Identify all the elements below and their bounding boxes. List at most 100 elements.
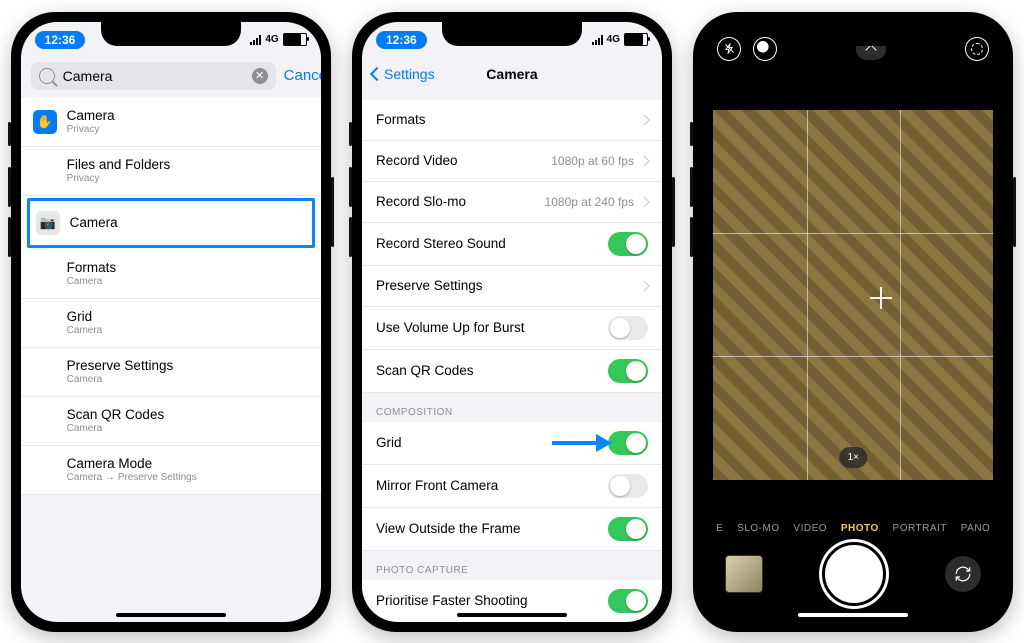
notch <box>442 22 582 46</box>
settings-row[interactable]: Scan QR Codes <box>362 350 662 393</box>
settings-row[interactable]: Use Volume Up for Burst <box>362 307 662 350</box>
row-label: Grid <box>376 435 402 450</box>
search-result-row[interactable]: FormatsCamera <box>21 250 321 299</box>
live-photo-icon[interactable] <box>965 37 989 61</box>
mode-portrait[interactable]: PORTRAIT <box>893 523 947 534</box>
search-result-row[interactable]: GridCamera <box>21 299 321 348</box>
cancel-button[interactable]: Cancel <box>284 67 321 84</box>
search-field[interactable]: ✕ <box>31 62 276 90</box>
mute-switch[interactable] <box>8 122 11 146</box>
settings-row[interactable]: View Outside the Frame <box>362 508 662 551</box>
shutter-button[interactable] <box>822 542 886 606</box>
grid-line <box>713 233 993 234</box>
result-title: Files and Folders <box>67 157 309 173</box>
volume-up-button[interactable] <box>690 167 693 207</box>
volume-down-button[interactable] <box>349 217 352 257</box>
toggle-switch[interactable] <box>608 359 648 383</box>
search-result-row[interactable]: Files and FoldersPrivacy <box>21 147 321 196</box>
shutter-bar <box>703 542 1003 606</box>
chevron-right-icon <box>638 114 649 125</box>
search-result-row[interactable]: 📷Camera <box>27 198 315 248</box>
mute-switch[interactable] <box>690 122 693 146</box>
result-title: Camera <box>70 215 306 231</box>
row-label: Record Stereo Sound <box>376 236 506 251</box>
search-result-row[interactable]: ✋CameraPrivacy <box>21 98 321 147</box>
row-value <box>640 116 648 124</box>
result-title: Grid <box>67 309 309 325</box>
row-label: Prioritise Faster Shooting <box>376 593 528 608</box>
home-indicator[interactable] <box>798 613 908 617</box>
nav-bar: Settings Camera <box>362 58 662 90</box>
volume-down-button[interactable] <box>8 217 11 257</box>
chevron-left-icon <box>370 66 384 80</box>
result-subtitle: Camera <box>67 276 309 288</box>
result-subtitle: Camera <box>67 423 309 435</box>
section-header-capture: PHOTO CAPTURE <box>362 551 662 580</box>
icon-spacer <box>33 262 57 286</box>
icon-spacer <box>33 311 57 335</box>
clear-icon[interactable]: ✕ <box>252 68 268 84</box>
settings-row[interactable]: Mirror Front Camera <box>362 465 662 508</box>
power-button[interactable] <box>672 177 675 247</box>
mode-slo-mo[interactable]: SLO-MO <box>737 523 779 534</box>
row-label: Mirror Front Camera <box>376 478 498 493</box>
mode-selector[interactable]: E SLO-MOVIDEOPHOTOPORTRAITPANO <box>703 523 1003 534</box>
power-button[interactable] <box>1013 177 1016 247</box>
volume-down-button[interactable] <box>690 217 693 257</box>
signal-icon <box>592 35 603 45</box>
settings-row[interactable]: Formats <box>362 100 662 141</box>
toggle-switch[interactable] <box>608 517 648 541</box>
section-header-composition: COMPOSITION <box>362 393 662 422</box>
row-label: Record Video <box>376 153 458 168</box>
zoom-button[interactable]: 1× <box>840 447 867 468</box>
toggle-switch[interactable] <box>608 431 648 455</box>
toggle-switch[interactable] <box>608 474 648 498</box>
status-time: 12:36 <box>35 31 86 49</box>
status-time: 12:36 <box>376 31 427 49</box>
mode-pano[interactable]: PANO <box>961 523 991 534</box>
mute-switch[interactable] <box>349 122 352 146</box>
volume-up-button[interactable] <box>349 167 352 207</box>
search-input[interactable] <box>61 67 246 85</box>
focus-indicator <box>870 287 892 309</box>
power-button[interactable] <box>331 177 334 247</box>
row-label: View Outside the Frame <box>376 521 521 536</box>
settings-row[interactable]: Grid <box>362 422 662 465</box>
grid-line <box>713 356 993 357</box>
viewfinder[interactable]: 1× <box>713 110 993 480</box>
flip-camera-button[interactable] <box>945 556 981 592</box>
mode-photo[interactable]: PHOTO <box>841 523 879 534</box>
toggle-switch[interactable] <box>608 232 648 256</box>
night-mode-icon[interactable] <box>753 37 777 61</box>
settings-row[interactable]: Record Video1080p at 60 fps <box>362 141 662 182</box>
battery-icon <box>283 33 307 46</box>
row-label: Preserve Settings <box>376 278 483 293</box>
icon-spacer <box>33 409 57 433</box>
notch <box>101 22 241 46</box>
toggle-switch[interactable] <box>608 316 648 340</box>
annotation-arrow <box>552 436 612 450</box>
search-result-row[interactable]: Preserve SettingsCamera <box>21 348 321 397</box>
settings-row[interactable]: Record Slo-mo1080p at 240 fps <box>362 182 662 223</box>
mode-video[interactable]: VIDEO <box>793 523 827 534</box>
phone-camera: 1× E SLO-MOVIDEOPHOTOPORTRAITPANO <box>693 12 1013 632</box>
last-photo-thumbnail[interactable] <box>725 555 763 593</box>
settings-row[interactable]: Record Stereo Sound <box>362 223 662 266</box>
home-indicator[interactable] <box>457 613 567 617</box>
result-title: Camera Mode <box>67 456 309 472</box>
home-indicator[interactable] <box>116 613 226 617</box>
viewfinder-image <box>713 110 993 480</box>
toggle-switch[interactable] <box>608 589 648 613</box>
back-button[interactable]: Settings <box>372 66 435 82</box>
flash-icon[interactable] <box>717 37 741 61</box>
search-result-row[interactable]: Scan QR CodesCamera <box>21 397 321 446</box>
battery-icon <box>624 33 648 46</box>
result-subtitle: Privacy <box>67 124 309 136</box>
settings-row[interactable]: Preserve Settings <box>362 266 662 307</box>
search-result-row[interactable]: Camera ModeCamera → Preserve Settings <box>21 446 321 495</box>
icon-spacer <box>33 360 57 384</box>
result-subtitle: Camera <box>67 374 309 386</box>
icon-spacer <box>33 159 57 183</box>
signal-icon <box>250 35 261 45</box>
volume-up-button[interactable] <box>8 167 11 207</box>
